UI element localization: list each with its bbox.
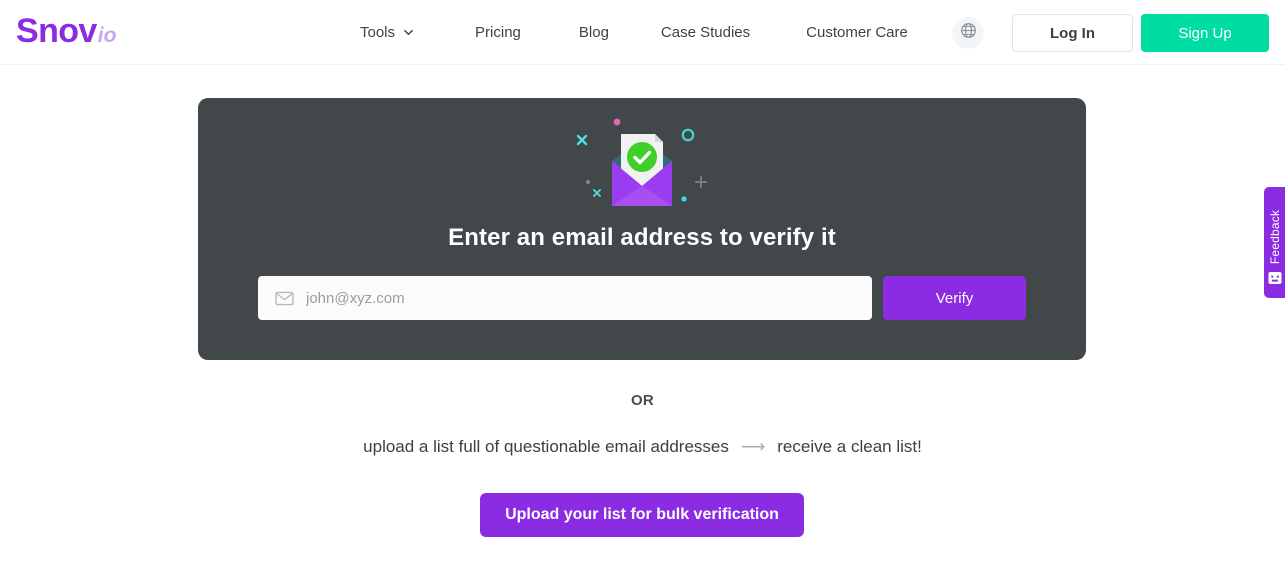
smiley-face-icon [1268, 271, 1282, 290]
mail-icon [275, 291, 294, 306]
verify-button[interactable]: Verify [883, 276, 1026, 320]
bulk-tagline: upload a list full of questionable email… [0, 437, 1285, 457]
logo-text-suffix: io [97, 24, 117, 47]
envelope-verified-icon [557, 114, 727, 219]
email-verifier-card: Enter an email address to verify it Veri… [198, 98, 1086, 360]
nav-item-pricing-label: Pricing [475, 24, 521, 41]
verify-form: Verify [258, 276, 1026, 320]
email-input-wrapper[interactable] [258, 276, 872, 320]
nav-item-customer-care-label: Customer Care [806, 24, 908, 41]
nav-item-case-studies-label: Case Studies [660, 24, 751, 41]
language-selector[interactable] [952, 17, 984, 49]
nav-item-case-studies[interactable]: Case Studies [661, 24, 750, 41]
main-navigation: Tools Pricing Blog Case Studies Customer… [360, 0, 908, 65]
chevron-down-icon [404, 28, 413, 37]
email-input[interactable] [306, 276, 872, 320]
nav-item-tools-label: Tools [360, 24, 396, 41]
page-title: Enter an email address to verify it [448, 224, 836, 251]
signup-button[interactable]: Sign Up [1141, 14, 1269, 52]
nav-item-tools[interactable]: Tools [360, 24, 413, 41]
nav-item-customer-care[interactable]: Customer Care [806, 24, 908, 41]
logo[interactable]: Snov io [16, 14, 116, 48]
upload-bulk-button[interactable]: Upload your list for bulk verification [480, 493, 804, 537]
nav-item-blog[interactable]: Blog [579, 24, 609, 41]
feedback-tab[interactable]: Feedback [1264, 187, 1285, 298]
tagline-after-text: receive a clean list! [777, 437, 922, 456]
globe-icon [960, 22, 977, 44]
nav-item-pricing[interactable]: Pricing [475, 24, 521, 41]
or-divider-label: OR [630, 392, 655, 409]
nav-item-blog-label: Blog [578, 24, 609, 41]
feedback-tab-label: Feedback [1267, 209, 1282, 265]
tagline-before-text: upload a list full of questionable email… [363, 437, 729, 456]
right-arrow-icon: ⟶ [740, 437, 766, 456]
site-header: Snov io Tools Pricing Blog Case Studies … [0, 0, 1285, 65]
login-button[interactable]: Log In [1012, 14, 1133, 52]
logo-text-main: Snov [16, 12, 97, 50]
